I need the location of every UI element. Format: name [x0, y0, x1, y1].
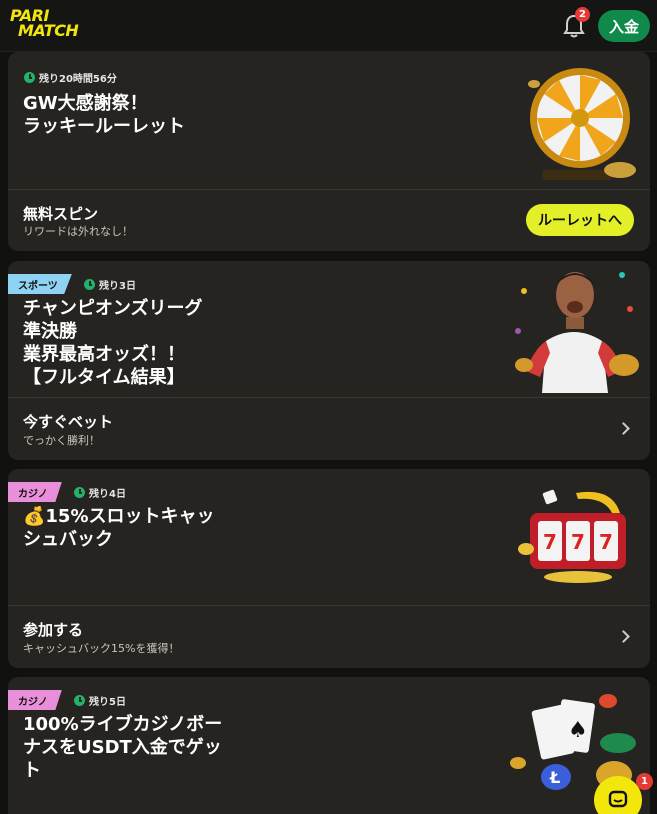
notification-badge: 2 — [575, 7, 590, 22]
svg-text:7: 7 — [543, 530, 557, 554]
svg-text:7: 7 — [599, 530, 613, 554]
promo-card-champions-league[interactable]: スポーツ 残り3日 チャンピオンズリーグ 準決勝 業界最高オッズ！！ 【フルタイ… — [8, 261, 650, 460]
promo-timer: 残り3日 — [84, 277, 136, 292]
timer-text: 残り20時間56分 — [39, 74, 117, 85]
parimatch-logo[interactable]: PARI MATCH — [8, 8, 100, 42]
category-tag-casino: カジノ — [8, 482, 62, 502]
cta-subtitle: リワードは外れなし！ — [23, 225, 133, 238]
promo-title: 100%ライブカジノボー ナスをUSDT入金でゲッ ト — [23, 714, 223, 781]
slot-machine-icon: 7 7 7 — [518, 489, 626, 583]
cta-title: 参加する — [23, 621, 84, 639]
promo-title: GW大感謝祭！ ラッキールーレット — [23, 93, 185, 137]
cta-subtitle: キャッシュバック15%を獲得！ — [23, 642, 180, 655]
card-divider — [8, 605, 650, 606]
cta-subtitle: でっかく勝利！ — [23, 434, 100, 447]
go-to-roulette-button[interactable]: ルーレットへ — [526, 204, 634, 236]
cta-title: 今すぐベット — [23, 413, 114, 431]
promo-title: 💰15%スロットキャッ シュバック — [23, 506, 215, 550]
clock-icon — [74, 487, 85, 498]
logo-line-2: MATCH — [18, 21, 79, 40]
promo-timer: 残り4日 — [74, 485, 126, 500]
chat-icon — [608, 790, 628, 808]
category-tag-casino: カジノ — [8, 690, 62, 710]
promo-card-slot-cashback[interactable]: カジノ 残り4日 💰15%スロットキャッ シュバック 7 7 7 参加する キャ… — [8, 469, 650, 668]
svg-text:Ł: Ł — [549, 768, 560, 787]
timer-text: 残り4日 — [89, 489, 126, 500]
card-divider — [8, 189, 650, 190]
clock-icon — [24, 72, 35, 83]
chevron-right-icon[interactable] — [617, 422, 630, 435]
top-bar: PARI MATCH 2 入金 — [0, 0, 657, 52]
promo-timer: 残り20時間56分 — [24, 70, 117, 85]
svg-text:7: 7 — [571, 530, 585, 554]
card-divider — [8, 397, 650, 398]
chevron-right-icon[interactable] — [617, 630, 630, 643]
cta-title: 無料スピン — [23, 205, 99, 223]
clock-icon — [74, 695, 85, 706]
promo-title: チャンピオンズリーグ 準決勝 業界最高オッズ！！ 【フルタイム結果】 — [23, 298, 203, 388]
svg-text:♠: ♠ — [568, 718, 588, 743]
football-fan-icon — [515, 272, 639, 393]
chat-badge: 1 — [636, 773, 653, 790]
promo-card-roulette[interactable]: 残り20時間56分 GW大感謝祭！ ラッキールーレット 無料スピン リワードは外… — [8, 52, 650, 251]
timer-text: 残り5日 — [89, 697, 126, 708]
deposit-button[interactable]: 入金 — [598, 10, 650, 42]
timer-text: 残り3日 — [99, 281, 136, 292]
clock-icon — [84, 279, 95, 290]
promo-card-live-casino-bonus[interactable]: カジノ 残り5日 100%ライブカジノボー ナスをUSDT入金でゲッ ト ♠ Ł — [8, 677, 650, 814]
roulette-wheel-icon — [528, 68, 636, 180]
promo-timer: 残り5日 — [74, 693, 126, 708]
category-tag-sports: スポーツ — [8, 274, 72, 294]
